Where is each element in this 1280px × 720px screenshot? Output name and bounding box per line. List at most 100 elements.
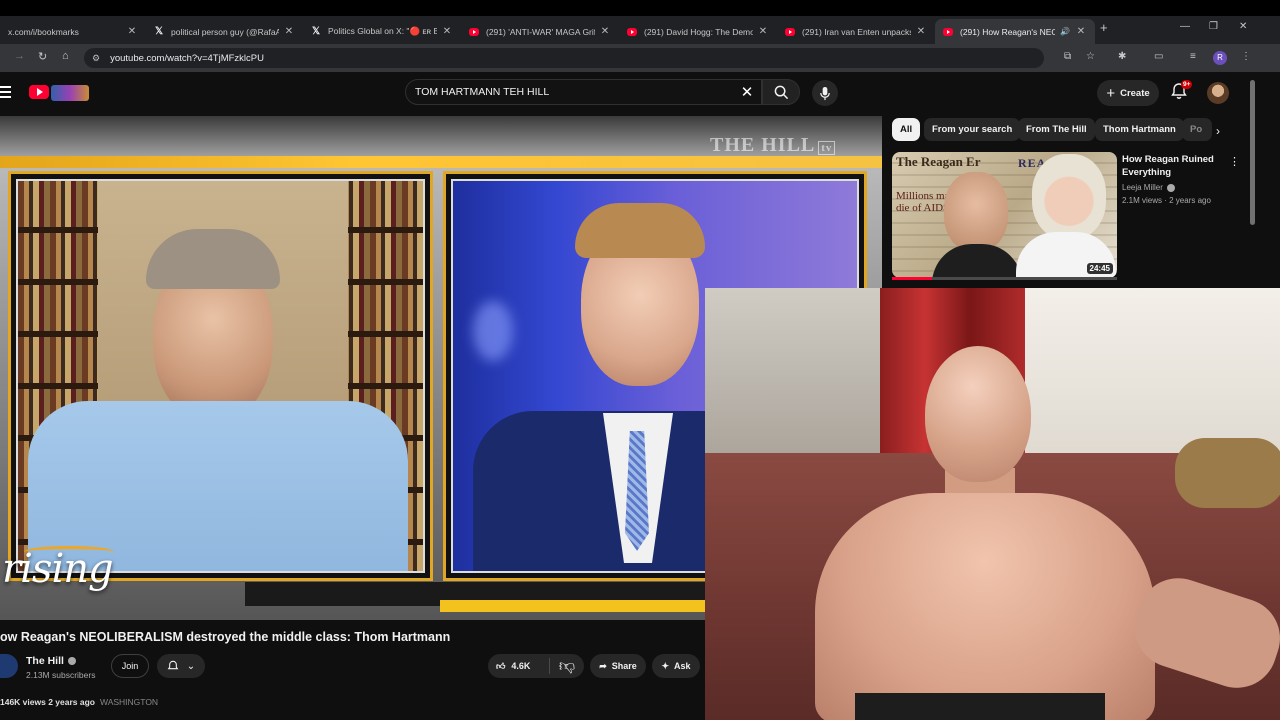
share-button[interactable]: ➦ Share xyxy=(590,654,646,678)
maximize-icon[interactable]: ❐ xyxy=(1209,21,1218,32)
window-close-icon[interactable]: ✕ xyxy=(1239,21,1247,32)
bookmark-star-icon[interactable]: ☆ xyxy=(1086,51,1095,62)
recommendation-title[interactable]: How Reagan Ruined Everything xyxy=(1122,153,1227,179)
thumbs-up-icon: 👍︎ xyxy=(496,660,506,671)
back-icon[interactable]: → xyxy=(14,50,25,62)
close-icon[interactable]: ✕ xyxy=(915,26,927,37)
more-options-icon[interactable]: ⋮ xyxy=(1229,155,1240,168)
search-query-text: TOM HARTMANN TEH HILL xyxy=(415,86,550,98)
chip-from-the-hill[interactable]: From The Hill xyxy=(1018,118,1095,141)
like-button[interactable]: 👍︎ 4.6K xyxy=(488,658,550,674)
chevron-right-icon[interactable]: › xyxy=(1216,124,1220,138)
show-logo: rising xyxy=(2,546,114,592)
notification-badge: 9+ xyxy=(1181,80,1193,89)
channel-watermark: THE HILL tv xyxy=(710,134,836,157)
tab-title: x.com/i/bookmarks xyxy=(8,26,79,37)
youtube-favicon-icon xyxy=(469,27,479,36)
channel-name-text: The Hill xyxy=(26,655,64,667)
webcam-pillow xyxy=(1175,438,1280,508)
like-dislike-group: 👍︎ 4.6K 👎︎ xyxy=(488,654,584,678)
home-icon[interactable]: ⌂ xyxy=(62,50,69,62)
split-view-icon[interactable]: ▭ xyxy=(1154,51,1163,62)
watch-progress xyxy=(892,277,1117,280)
bell-icon xyxy=(167,660,179,670)
extensions-icon[interactable]: ✱ xyxy=(1118,51,1126,62)
media-controls-icon[interactable]: ≡ xyxy=(1190,51,1196,62)
menu-icon[interactable] xyxy=(0,86,11,98)
close-icon[interactable]: ✕ xyxy=(599,26,611,37)
chip-thom-hartmann[interactable]: Thom Hartmann xyxy=(1095,118,1184,141)
dislike-button[interactable]: 👎︎ xyxy=(550,657,584,676)
views-and-date: 146K views 2 years ago xyxy=(0,697,95,707)
new-tab-icon[interactable]: + xyxy=(1100,20,1108,35)
tab-title: political person guy (@RafaAm xyxy=(171,26,279,37)
plus-icon: + xyxy=(1106,84,1116,102)
ask-button[interactable]: ✦ Ask xyxy=(652,654,700,678)
verified-icon xyxy=(1166,183,1175,192)
youtube-logo-icon[interactable] xyxy=(29,85,49,99)
video-title: ow Reagan's NEOLIBERALISM destroyed the … xyxy=(0,630,451,644)
chip-from-your-search[interactable]: From your search xyxy=(924,118,1021,141)
close-icon[interactable]: ✕ xyxy=(1075,26,1087,37)
url-field[interactable]: ⚙ youtube.com/watch?v=4TjMFzklcPU xyxy=(84,48,1044,68)
install-app-icon[interactable]: ⧉ xyxy=(1064,51,1071,62)
recommendation-meta: 2.1M views · 2 years ago xyxy=(1122,196,1211,205)
youtube-favicon-icon xyxy=(943,27,953,36)
close-icon[interactable]: ✕ xyxy=(441,26,453,37)
recommendation-thumbnail[interactable]: The Reagan Er REAGAN E Millions may die … xyxy=(892,152,1117,278)
close-icon[interactable]: ✕ xyxy=(757,26,769,37)
voice-search-button[interactable] xyxy=(812,80,838,106)
close-icon[interactable]: ✕ xyxy=(283,26,295,37)
join-button[interactable]: Join xyxy=(111,654,149,678)
create-label: Create xyxy=(1120,87,1150,99)
tab-title: (291) 'ANTI-WAR' MAGA Grifte xyxy=(486,26,595,37)
sparkle-icon: ✦ xyxy=(661,660,670,671)
channel-name[interactable]: The Hill xyxy=(26,655,76,667)
search-input[interactable]: TOM HARTMANN TEH HILL ✕ xyxy=(405,79,762,105)
webcam-overlay xyxy=(705,288,1280,720)
scrollbar[interactable] xyxy=(1250,80,1255,225)
recommendation-channel[interactable]: Leeja Miller xyxy=(1122,183,1175,192)
lower-third-accent xyxy=(440,600,705,612)
filter-chips: All From your search From The Hill Thom … xyxy=(890,118,1280,142)
browser-tab[interactable]: (291) Iran van Enten unpacks th ✕ xyxy=(777,19,935,44)
youtube-favicon-icon xyxy=(627,27,637,36)
chip-truncated[interactable]: Po xyxy=(1182,118,1212,141)
channel-avatar[interactable] xyxy=(0,654,18,678)
url-text: youtube.com/watch?v=4TjMFzklcPU xyxy=(110,52,264,64)
recommendation-channel-name: Leeja Miller xyxy=(1122,183,1163,192)
account-avatar[interactable] xyxy=(1207,82,1229,104)
x-logo-icon: 𝕏 xyxy=(154,26,164,37)
graphic-stripe xyxy=(0,156,882,168)
browser-menu-icon[interactable]: ⋮ xyxy=(1241,51,1251,62)
host-hair xyxy=(575,203,705,258)
youtube-masthead: TOM HARTMANN TEH HILL ✕ + Create 9+ xyxy=(0,72,1280,116)
browser-tab[interactable]: x.com/i/bookmarks ✕ xyxy=(0,19,146,44)
reload-icon[interactable]: ↻ xyxy=(38,50,47,63)
thumbnail-headline: The Reagan Er xyxy=(896,154,981,169)
ask-label: Ask xyxy=(674,661,691,671)
chip-all[interactable]: All xyxy=(892,118,921,141)
clear-search-icon[interactable]: ✕ xyxy=(733,83,761,101)
browser-tab-active[interactable]: (291) How Reagan's NEOLIB 🔊 ✕ xyxy=(935,19,1095,44)
site-info-icon[interactable]: ⚙ xyxy=(92,53,100,64)
browser-tab[interactable]: 𝕏 political person guy (@RafaAm ✕ xyxy=(146,19,303,44)
tab-title: (291) David Hogg: The Democr xyxy=(644,26,753,37)
thumbnail-face-left xyxy=(944,172,1008,252)
profile-avatar[interactable]: R xyxy=(1213,51,1227,65)
minimize-icon[interactable]: — xyxy=(1180,21,1190,32)
notifications-button[interactable]: 9+ xyxy=(1170,80,1193,104)
close-icon[interactable]: ✕ xyxy=(126,26,138,37)
tab-title: (291) Iran van Enten unpacks th xyxy=(802,26,911,37)
browser-tab[interactable]: 𝕏 Politics Global on X: "🔴 ᴇʀ BRE ✕ xyxy=(303,19,461,44)
create-button[interactable]: + Create xyxy=(1097,80,1159,106)
tab-title: Politics Global on X: "🔴 ᴇʀ BRE xyxy=(328,26,437,36)
description-meta[interactable]: 146K views 2 years ago WASHINGTON xyxy=(0,697,158,707)
subscribed-button[interactable]: ⌄ xyxy=(157,654,205,678)
browser-tab[interactable]: (291) 'ANTI-WAR' MAGA Grifte ✕ xyxy=(461,19,619,44)
search-button[interactable] xyxy=(762,79,800,105)
x-logo-icon: 𝕏 xyxy=(311,26,321,37)
speaker-icon[interactable]: 🔊 xyxy=(1059,27,1071,36)
youtube-doodle[interactable] xyxy=(51,85,89,101)
browser-tab[interactable]: (291) David Hogg: The Democr ✕ xyxy=(619,19,777,44)
